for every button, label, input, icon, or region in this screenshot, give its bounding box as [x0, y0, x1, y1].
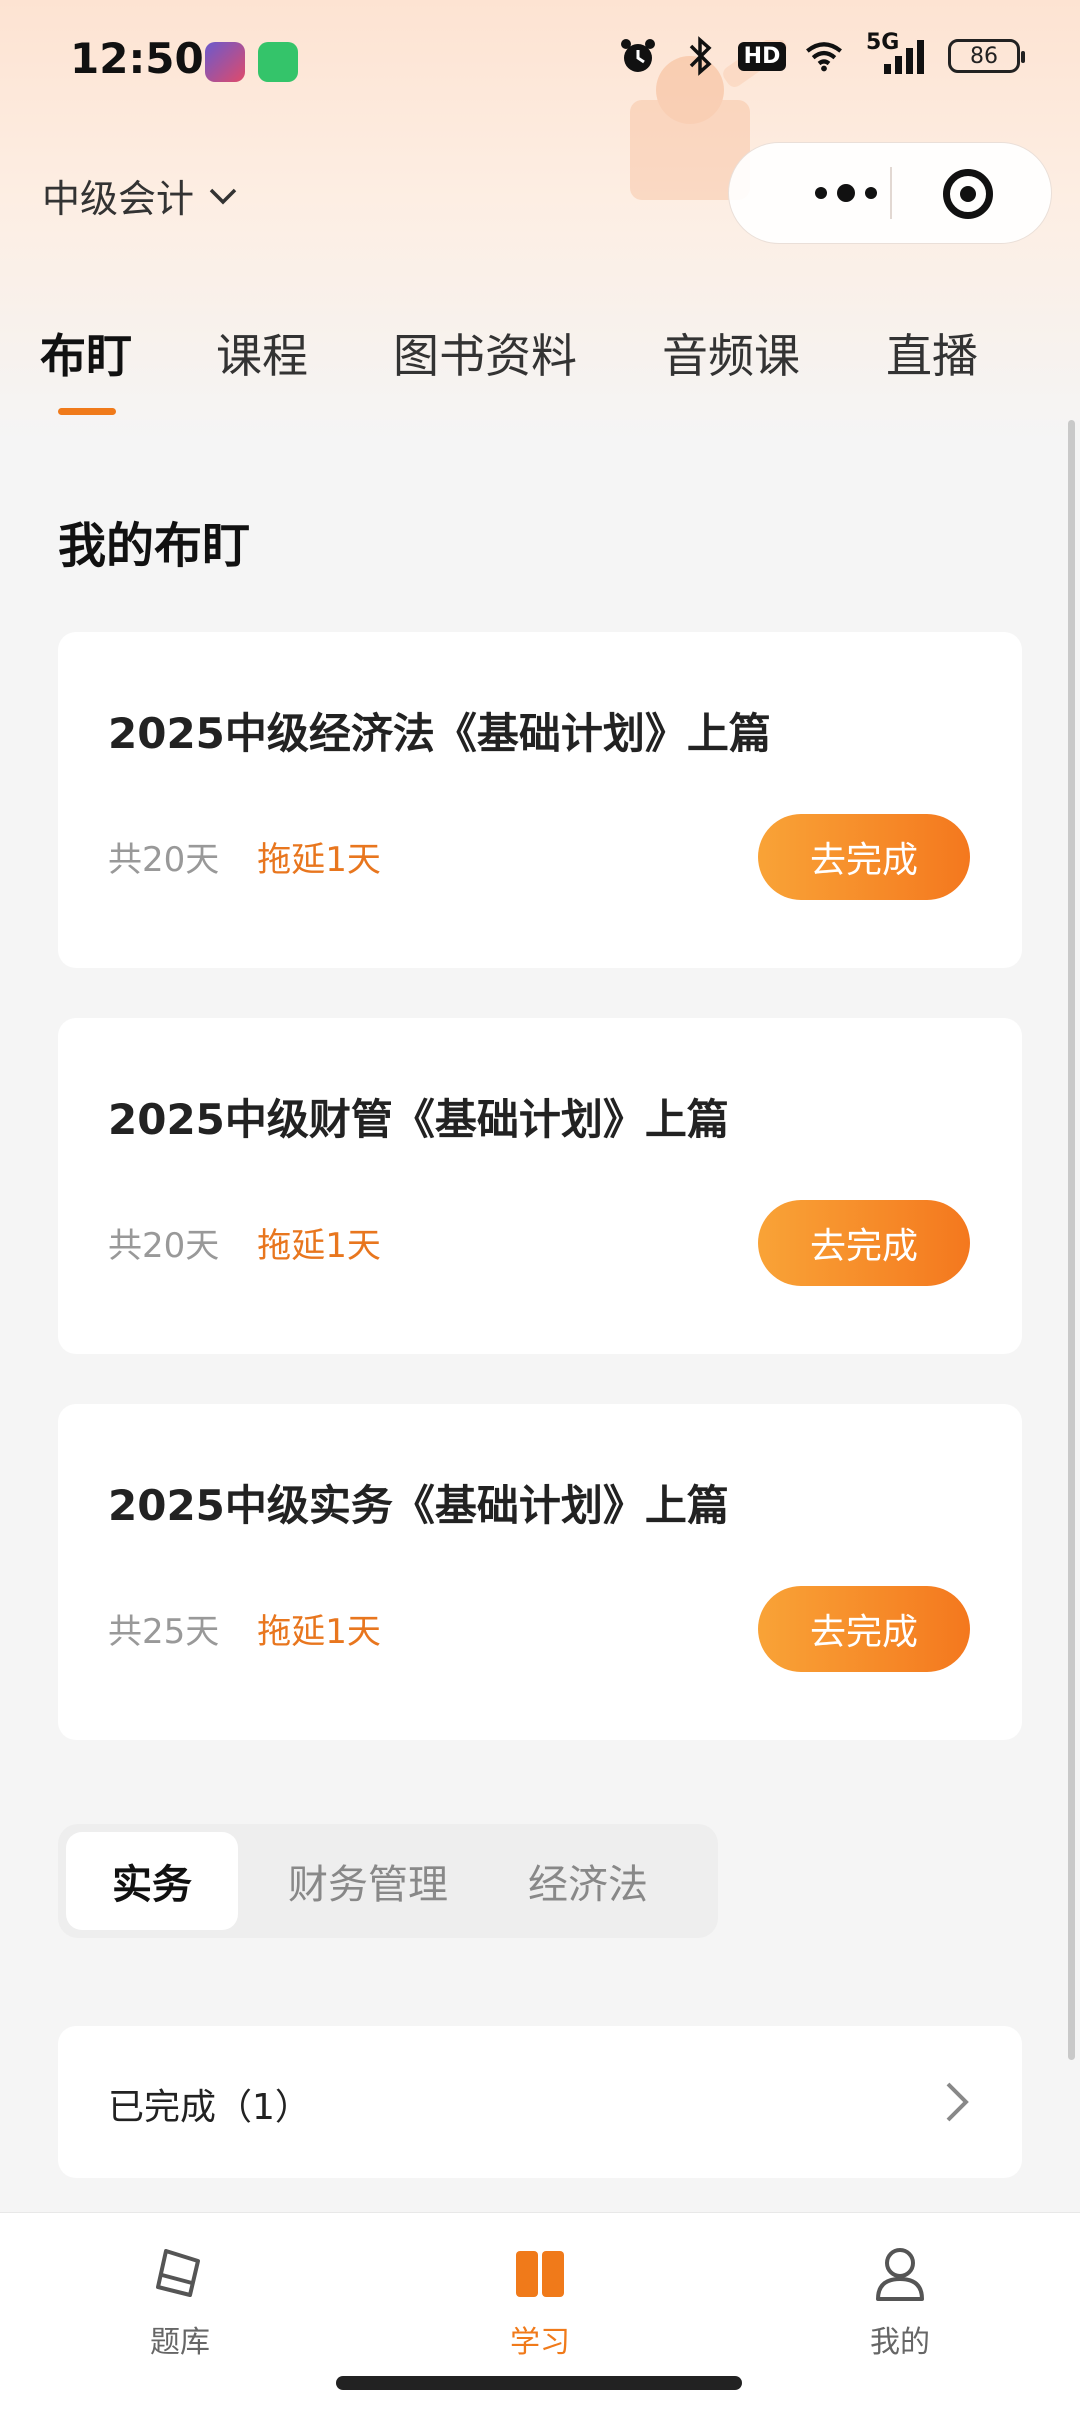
bluetooth-icon	[680, 36, 720, 76]
tab-courses[interactable]: 课程	[216, 320, 308, 386]
subject-selector[interactable]: 中级会计	[42, 168, 238, 223]
status-time: 12:50	[70, 34, 204, 83]
mini-program-capsule	[728, 142, 1052, 244]
tab-budding[interactable]: 布盯	[40, 320, 132, 386]
profile-icon	[876, 2248, 924, 2301]
section-title: 我的布盯	[58, 518, 251, 574]
tab-books[interactable]: 图书资料	[393, 320, 577, 386]
plan-title: 2025中级经济法《基础计划》上篇	[108, 709, 771, 758]
more-dots-icon	[837, 184, 855, 202]
hd-icon: HD	[737, 36, 787, 76]
plan-card[interactable]: 2025中级经济法《基础计划》上篇 共20天 拖延1天 去完成	[58, 632, 1022, 968]
completed-label: 已完成（1）	[108, 2087, 311, 2128]
nav-label: 题库	[150, 2325, 210, 2360]
more-button[interactable]	[771, 143, 921, 243]
tab-live[interactable]: 直播	[886, 320, 978, 386]
plan-card[interactable]: 2025中级实务《基础计划》上篇 共25天 拖延1天 去完成	[58, 1404, 1022, 1740]
complete-button[interactable]: 去完成	[758, 1200, 970, 1286]
subject-segment-control: 实务 财务管理 经济法	[58, 1824, 718, 1938]
plan-title: 2025中级实务《基础计划》上篇	[108, 1481, 729, 1530]
close-button[interactable]	[933, 159, 1003, 229]
alarm-icon	[618, 36, 658, 76]
nav-label: 学习	[510, 2325, 570, 2360]
plan-delay: 拖延1天	[257, 1226, 381, 1266]
segment-economic-law[interactable]: 经济法	[498, 1832, 678, 1930]
battery-icon: 86	[948, 39, 1025, 73]
chevron-down-icon	[209, 188, 237, 204]
home-indicator[interactable]	[336, 2376, 742, 2390]
plan-days: 共20天	[108, 840, 220, 880]
nav-label: 我的	[870, 2325, 930, 2360]
status-bar: 12:50 HD 5G 86	[0, 0, 1080, 120]
complete-button[interactable]: 去完成	[758, 1586, 970, 1672]
tab-audio[interactable]: 音频课	[662, 320, 800, 386]
segment-practice[interactable]: 实务	[66, 1832, 238, 1930]
plan-title: 2025中级财管《基础计划》上篇	[108, 1095, 729, 1144]
battery-level: 86	[970, 43, 998, 69]
subject-label: 中级会计	[42, 177, 195, 221]
category-tabs: 布盯 课程 图书资料 音频课 直播	[0, 320, 1080, 410]
notification-app-icon	[205, 42, 245, 82]
capsule-divider	[890, 167, 892, 219]
cellular-signal-icon: 5G	[866, 32, 926, 76]
notification-app-icon	[258, 42, 298, 82]
close-target-icon	[943, 169, 993, 219]
nav-profile[interactable]: 我的	[800, 2227, 1000, 2377]
active-tab-indicator	[58, 408, 116, 415]
wifi-icon	[804, 36, 844, 76]
more-dots-icon	[815, 187, 827, 199]
question-bank-icon	[156, 2249, 200, 2297]
segment-financial-management[interactable]: 财务管理	[258, 1832, 478, 1930]
chevron-right-icon	[946, 2082, 969, 2122]
nav-question-bank[interactable]: 题库	[80, 2227, 280, 2377]
nav-study[interactable]: 学习	[440, 2227, 640, 2377]
complete-button[interactable]: 去完成	[758, 814, 970, 900]
plan-card[interactable]: 2025中级财管《基础计划》上篇 共20天 拖延1天 去完成	[58, 1018, 1022, 1354]
more-dots-icon	[865, 187, 877, 199]
completed-row[interactable]: 已完成（1）	[58, 2026, 1022, 2178]
plan-days: 共20天	[108, 1226, 220, 1266]
scrollbar[interactable]	[1068, 420, 1075, 2060]
plan-delay: 拖延1天	[257, 1612, 381, 1652]
study-book-icon	[516, 2251, 564, 2297]
plan-days: 共25天	[108, 1612, 220, 1652]
plan-delay: 拖延1天	[257, 840, 381, 880]
